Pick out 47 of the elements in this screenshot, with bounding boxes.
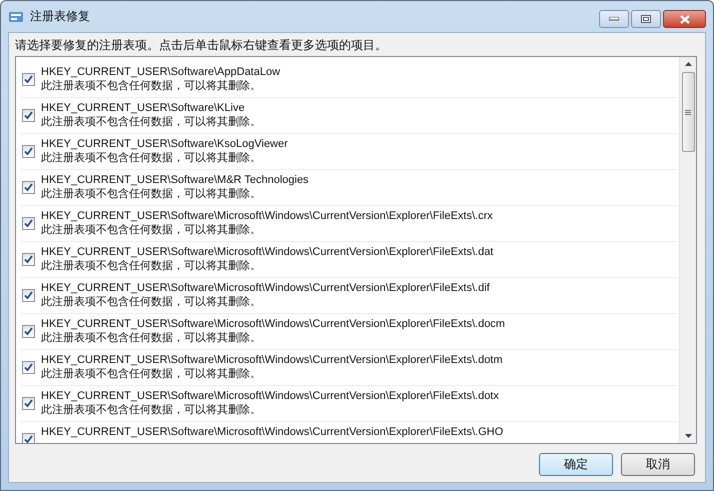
item-note: 此注册表项不包含任何数据，可以将其删除。 xyxy=(41,151,262,164)
item-note: 此注册表项不包含任何数据，可以将其删除。 xyxy=(41,79,262,92)
instruction-text: 请选择要修复的注册表项。点击后单击鼠标右键查看更多选项的项目。 xyxy=(15,37,388,54)
checkbox[interactable] xyxy=(22,325,35,338)
dialog-button[interactable]: 取消 xyxy=(621,453,695,476)
scrollbar[interactable] xyxy=(679,57,696,443)
registry-path: HKEY_CURRENT_USER\Software\Microsoft\Windows\CurrentVersion\Explorer\FileExts\.crx xyxy=(41,210,493,223)
checkbox[interactable] xyxy=(22,397,35,410)
checkbox[interactable] xyxy=(22,217,35,230)
scroll-up-icon[interactable] xyxy=(684,62,692,66)
registry-path: HKEY_CURRENT_USER\Software\KsoLogViewer xyxy=(41,138,288,151)
scroll-thumb[interactable] xyxy=(682,72,694,152)
item-note: 此注册表项不包含任何数据，可以将其删除。 xyxy=(41,187,262,200)
item-note: 此注册表项不包含任何数据，可以将其删除。 xyxy=(41,115,261,128)
registry-path: HKEY_CURRENT_USER\Software\Microsoft\Windows\CurrentVersion\Explorer\FileExts\.dotx xyxy=(41,390,499,403)
grip-icon xyxy=(685,110,691,114)
registry-path: HKEY_CURRENT_USER\Software\M&R Technologies xyxy=(41,174,309,187)
scroll-down-icon[interactable] xyxy=(684,434,692,438)
item-note: 此注册表项不包含任何数据，可以将其删除。 xyxy=(41,259,262,272)
checkbox[interactable] xyxy=(22,433,35,443)
checkbox[interactable] xyxy=(22,145,35,158)
registry-path: HKEY_CURRENT_USER\Software\Microsoft\Windows\CurrentVersion\Explorer\FileExts\.dat xyxy=(41,246,494,259)
registry-path: HKEY_CURRENT_USER\Software\Microsoft\Windows\CurrentVersion\Explorer\FileExts\.docm xyxy=(41,318,505,331)
registry-path: HKEY_CURRENT_USER\Software\KLive xyxy=(41,102,246,115)
item-note: 此注册表项不包含任何数据，可以将其删除。 xyxy=(41,223,262,236)
checkbox[interactable] xyxy=(22,289,35,302)
registry-path: HKEY_CURRENT_USER\Software\Microsoft\Windows\CurrentVersion\Explorer\FileExts\.dotm xyxy=(41,354,503,367)
close-icon xyxy=(680,14,690,24)
registry-path: HKEY_CURRENT_USER\Software\Microsoft\Windows\CurrentVersion\Explorer\FileExts\.GHO xyxy=(41,426,504,439)
checkbox[interactable] xyxy=(22,109,35,122)
checkbox[interactable] xyxy=(22,181,35,194)
minimize-icon xyxy=(609,17,619,21)
close-button[interactable] xyxy=(663,10,706,28)
checkbox[interactable] xyxy=(22,73,35,86)
item-note: 此注册表项不包含任何数据，可以将其删除。 xyxy=(41,367,262,380)
checkbox[interactable] xyxy=(22,253,35,266)
registry-path: HKEY_CURRENT_USER\Software\Microsoft\Windows\CurrentVersion\Explorer\FileExts\.dif xyxy=(41,282,490,295)
maximize-button[interactable] xyxy=(631,10,661,28)
registry-path: HKEY_CURRENT_USER\Software\AppDataLow xyxy=(41,66,280,79)
item-note: 此注册表项不包含任何数据，可以将其删除。 xyxy=(41,403,262,416)
maximize-icon xyxy=(641,15,651,23)
dialog-button[interactable]: 确定 xyxy=(539,453,613,476)
item-note: 此注册表项不包含任何数据，可以将其删除。 xyxy=(41,331,262,344)
minimize-button[interactable] xyxy=(599,10,629,28)
window-title: 注册表修复 xyxy=(30,8,90,25)
item-note: 此注册表项不包含任何数据，可以将其删除。 xyxy=(41,295,262,308)
checkbox[interactable] xyxy=(22,361,35,374)
